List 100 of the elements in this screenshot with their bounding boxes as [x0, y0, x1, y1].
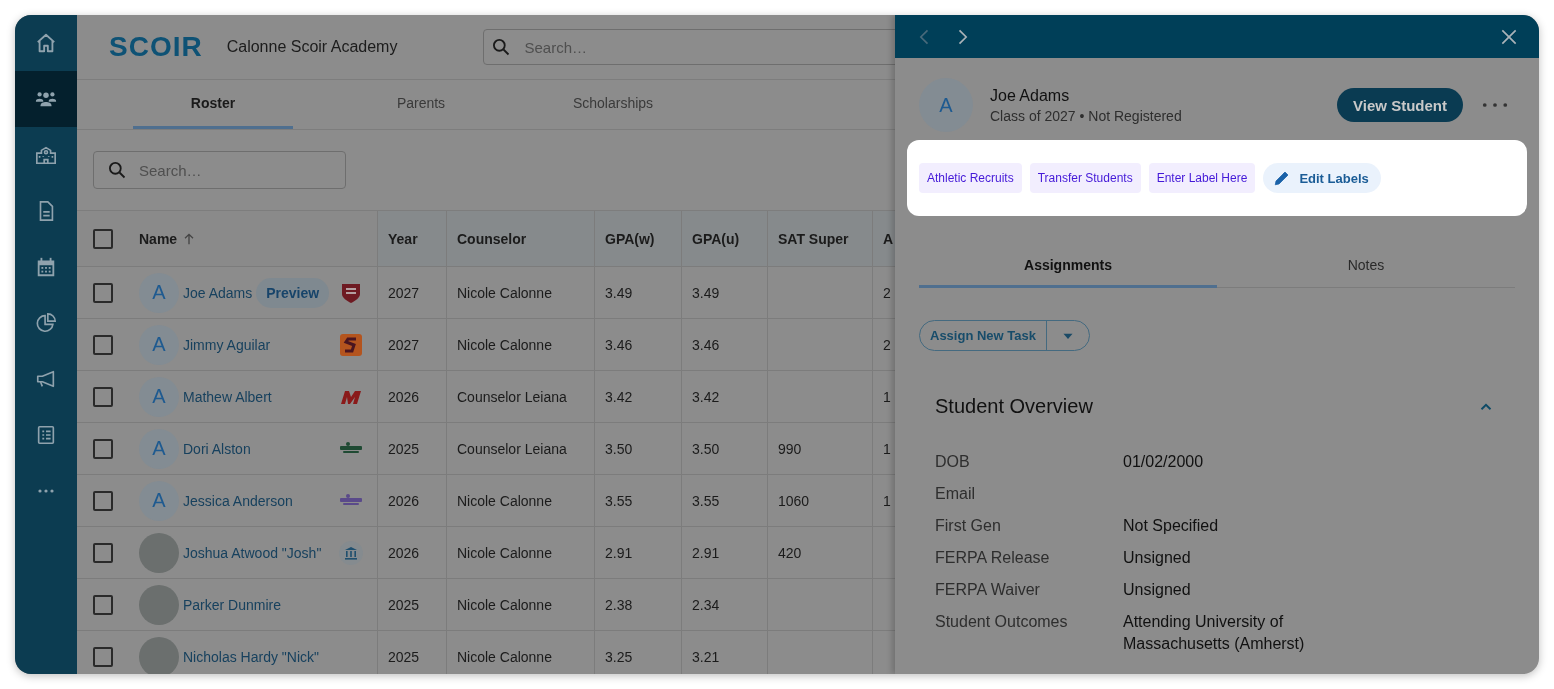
table-cell: 3.55 — [595, 475, 682, 526]
checkbox[interactable] — [93, 228, 113, 249]
checkbox[interactable] — [93, 646, 113, 667]
label-tag[interactable]: Athletic Recruits — [919, 163, 1022, 193]
table-cell: 3.50 — [595, 423, 682, 474]
table-cell: 3.42 — [682, 371, 768, 422]
table-cell: 1 — [873, 475, 895, 526]
student-name-link[interactable]: Mathew Albert — [183, 388, 272, 405]
field-label: First Gen — [935, 516, 1002, 536]
field-label: Email — [935, 484, 976, 504]
field-value: 01/02/2000 — [1123, 452, 1205, 472]
tab[interactable]: Parents — [341, 80, 501, 129]
table-cell: 1060 — [768, 475, 873, 526]
student-name-link[interactable]: Dori Alston — [183, 440, 251, 457]
student-name: Joe Adams — [990, 86, 1071, 105]
table-cell: 2 — [873, 319, 895, 370]
table-cell: 2.34 — [682, 579, 768, 630]
column-header[interactable]: SAT Super — [768, 211, 873, 266]
table-cell: 2026 — [378, 475, 447, 526]
edit-labels-button[interactable]: Edit Labels — [1263, 163, 1381, 193]
home-icon — [35, 32, 57, 54]
table-cell: 3.49 — [682, 267, 768, 318]
megaphone-icon — [35, 368, 57, 390]
table-cell: 3.55 — [682, 475, 768, 526]
people-nav-item[interactable] — [15, 71, 77, 127]
field-label: Student Outcomes — [935, 612, 1069, 632]
avatar: A — [139, 272, 179, 313]
checkbox[interactable] — [93, 490, 113, 511]
avatar: A — [139, 428, 179, 469]
search-icon — [491, 37, 512, 57]
checkbox[interactable] — [93, 438, 113, 459]
label-tag[interactable]: Enter Label Here — [1148, 163, 1256, 193]
calendar-icon — [35, 256, 57, 278]
avatar: A — [139, 480, 179, 521]
table-cell: Counselor Leiana — [447, 371, 595, 422]
search-field[interactable]: Search… — [483, 29, 895, 65]
table-cell: Nicole Calonne — [447, 267, 595, 318]
student-name-link[interactable]: Joe Adams — [183, 284, 253, 301]
pie-chart-icon — [35, 312, 57, 334]
table-cell: 2025 — [378, 579, 447, 630]
table-cell: 2.91 — [595, 527, 682, 578]
checkbox[interactable] — [93, 542, 113, 563]
table-cell: Nicole Calonne — [447, 631, 595, 674]
table-cell: 2027 — [378, 319, 447, 370]
table-cell: 420 — [768, 527, 873, 578]
institution-icon — [339, 540, 363, 565]
column-header[interactable]: GPA(u) — [682, 211, 768, 266]
table-cell: 2026 — [378, 371, 447, 422]
table-cell: 3.21 — [682, 631, 768, 674]
label-tag[interactable]: Transfer Students — [1029, 163, 1141, 193]
avatar: A — [139, 376, 179, 417]
checkbox[interactable] — [93, 334, 113, 355]
search-field[interactable]: Search… — [93, 151, 346, 189]
avatar: A — [919, 78, 973, 132]
table-cell: Counselor Leiana — [447, 423, 595, 474]
table-cell: 3.46 — [682, 319, 768, 370]
student-name-link[interactable]: Jimmy Aguilar — [183, 336, 271, 353]
column-header[interactable]: Name — [139, 230, 178, 247]
search-icon — [107, 160, 127, 180]
table-cell: Nicole Calonne — [447, 319, 595, 370]
view-student-button[interactable]: View Student — [1337, 88, 1463, 122]
tab[interactable]: Roster — [133, 80, 293, 129]
table-cell: 2.38 — [595, 579, 682, 630]
field-value: Attending University of Massachusetts (Amherst) — [1123, 612, 1306, 654]
checkbox[interactable] — [93, 282, 113, 303]
field-value: Not Specified — [1123, 516, 1220, 536]
logo: SCOIR — [109, 31, 203, 63]
checkbox[interactable] — [93, 386, 113, 407]
more-icon[interactable] — [1481, 101, 1509, 109]
section-title: Student Overview — [935, 395, 1093, 418]
student-name-link[interactable]: Jessica Anderson — [183, 492, 293, 509]
column-header[interactable]: A — [873, 211, 895, 266]
table-cell: 2.91 — [682, 527, 768, 578]
table-cell: 3.42 — [595, 371, 682, 422]
preview-button[interactable]: Preview — [256, 277, 330, 308]
field-value: Unsigned — [1123, 548, 1192, 568]
field-value: Unsigned — [1123, 580, 1192, 600]
student-name-link[interactable]: Nicholas Hardy "Nick" — [183, 648, 319, 665]
table-cell: 2026 — [378, 527, 447, 578]
tab[interactable]: Assignments — [919, 248, 1217, 288]
column-header[interactable]: Counselor — [447, 211, 595, 266]
table-cell: 2025 — [378, 631, 447, 674]
tab[interactable]: Scholarships — [533, 80, 693, 129]
checkbox[interactable] — [93, 594, 113, 615]
table-cell: 2 — [873, 267, 895, 318]
field-label: FERPA Waiver — [935, 580, 1041, 600]
student-name-link[interactable]: Joshua Atwood "Josh" — [183, 544, 322, 561]
photo-placeholder — [139, 532, 179, 573]
student-class-status: Class of 2027 • Not Registered — [990, 107, 1182, 124]
student-name-link[interactable]: Parker Dunmire — [183, 596, 282, 613]
table-cell: 1 — [873, 371, 895, 422]
tab[interactable]: Notes — [1217, 248, 1515, 288]
school-icon — [35, 144, 57, 166]
column-header[interactable]: GPA(w) — [595, 211, 682, 266]
avatar: A — [139, 324, 179, 365]
table-cell: 3.49 — [595, 267, 682, 318]
table-cell: 990 — [768, 423, 873, 474]
checklist-icon — [35, 424, 57, 446]
column-header[interactable]: Year — [378, 211, 447, 266]
table-cell: Nicole Calonne — [447, 579, 595, 630]
